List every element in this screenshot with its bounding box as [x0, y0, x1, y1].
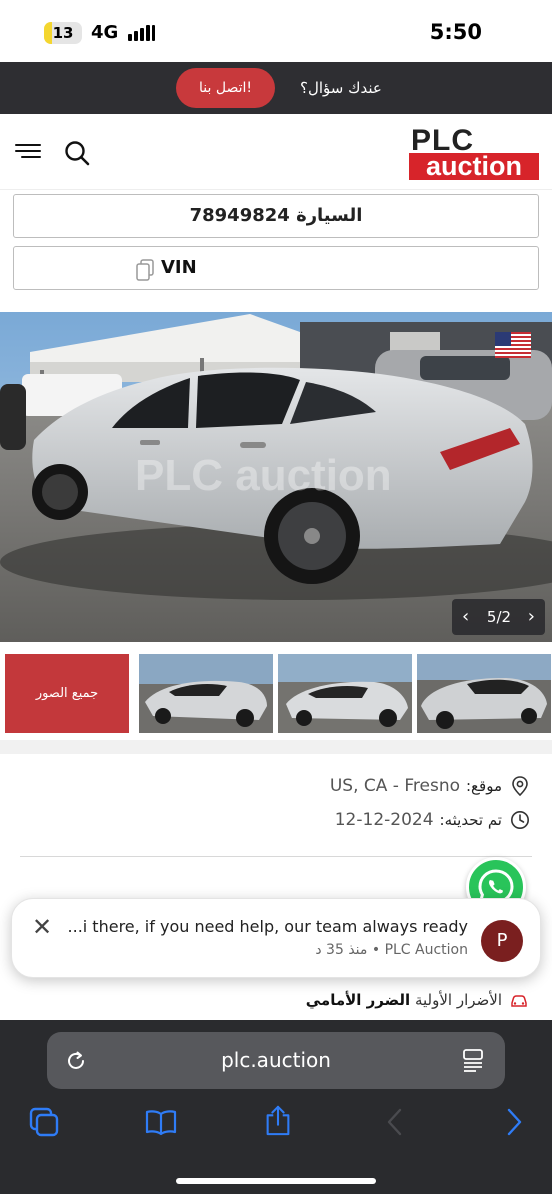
vin-label: VIN: [161, 257, 197, 278]
site-header: PLC auction: [0, 114, 552, 190]
network-label: 4G: [91, 22, 119, 43]
back-arrow-icon: [387, 1108, 402, 1136]
car-damage-icon: [511, 994, 527, 1007]
copy-icon[interactable]: [136, 259, 154, 281]
photo-thumbnail[interactable]: [139, 654, 273, 733]
signal-icon: [128, 25, 156, 41]
car-id-box: السيارة 78949824: [13, 194, 539, 238]
location-label: موقع:: [466, 777, 502, 795]
search-icon[interactable]: [64, 140, 90, 166]
car-photo-illustration: PLC auction: [0, 312, 552, 642]
all-photos-button[interactable]: جميع الصور: [5, 654, 129, 733]
photo-thumbnail[interactable]: [278, 654, 412, 733]
location-value: US, CA - Fresno: [329, 776, 460, 796]
chevron-left-icon[interactable]: ‹: [462, 599, 469, 635]
clock: 5:50: [429, 20, 482, 44]
damage-row: الأضرار الأولية الضرر الأمامي: [306, 991, 528, 1009]
updated-label: تم تحديثه:: [439, 811, 502, 829]
notification-meta: PLC Auction • منذ 35 د: [315, 942, 468, 958]
clock-icon: [511, 811, 529, 829]
home-indicator: [176, 1178, 376, 1184]
plc-auction-logo[interactable]: PLC auction: [409, 126, 539, 181]
close-icon[interactable]: ✕: [32, 915, 52, 939]
photo-watermark: PLC auction: [135, 451, 392, 500]
vin-box[interactable]: VIN: [13, 246, 539, 290]
avatar: P: [481, 920, 523, 962]
divider: [20, 856, 532, 857]
contact-banner: اتصل بنا! عندك سؤال؟: [0, 62, 552, 114]
bookmarks-icon[interactable]: [145, 1106, 177, 1138]
logo-bottom-text: auction: [409, 153, 539, 180]
hamburger-icon[interactable]: [15, 144, 41, 160]
reader-mode-icon[interactable]: [462, 1048, 484, 1072]
battery-indicator: 13: [44, 22, 82, 44]
question-text: عندك سؤال؟: [300, 79, 382, 97]
location-row: موقع: US, CA - Fresno: [330, 776, 530, 802]
notification-message: ...i there, if you need help, our team a…: [67, 917, 468, 936]
updated-value: 12-12-2024: [334, 810, 434, 830]
photo-thumbnail[interactable]: [417, 654, 551, 733]
forward-arrow-icon[interactable]: [498, 1106, 530, 1138]
contact-us-button[interactable]: اتصل بنا!: [176, 68, 275, 108]
section-separator: [0, 740, 552, 754]
damage-value: الضرر الأمامي: [305, 991, 411, 1009]
url-text: plc.auction: [221, 1048, 331, 1072]
us-flag-icon: [495, 332, 531, 358]
photo-counter: ‹ 5/2 ›: [452, 599, 545, 635]
tabs-icon[interactable]: [28, 1106, 60, 1138]
chat-notification[interactable]: ✕ ...i there, if you need help, our team…: [11, 898, 541, 978]
share-icon[interactable]: [262, 1104, 294, 1136]
updated-row: تم تحديثه: 12-12-2024: [335, 810, 530, 836]
address-bar[interactable]: plc.auction: [47, 1032, 505, 1089]
chevron-right-icon[interactable]: ›: [528, 599, 535, 635]
status-bar: 13 4G 5:50: [0, 0, 552, 62]
damage-label: الأضرار الأولية: [414, 991, 502, 1009]
main-car-photo[interactable]: PLC auction: [0, 312, 552, 642]
photo-counter-text: 5/2: [486, 608, 512, 626]
location-pin-icon: [512, 776, 528, 796]
car-id-label: السيارة 78949824: [189, 205, 363, 226]
